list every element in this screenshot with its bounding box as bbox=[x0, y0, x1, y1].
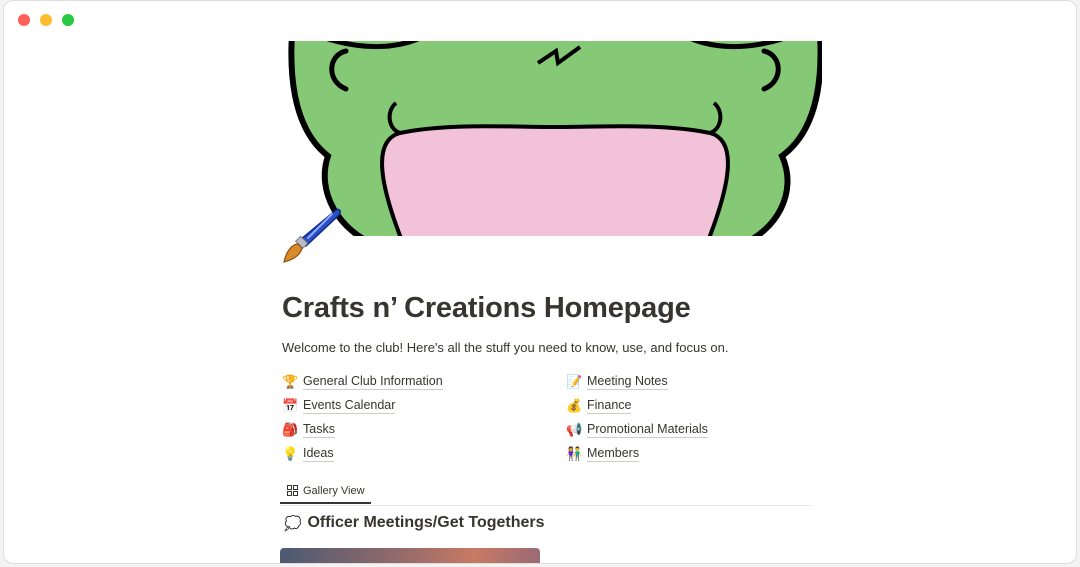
minimize-window-button[interactable] bbox=[40, 14, 52, 26]
link-finance[interactable]: 💰 Finance bbox=[566, 395, 632, 417]
link-label: Events Calendar bbox=[303, 398, 396, 414]
link-ideas[interactable]: 💡 Ideas bbox=[282, 443, 334, 465]
close-window-button[interactable] bbox=[18, 14, 30, 26]
tab-label: Gallery View bbox=[303, 484, 365, 497]
link-label: Tasks bbox=[303, 422, 335, 438]
link-tasks[interactable]: 🎒 Tasks bbox=[282, 419, 335, 441]
section-title-text: Officer Meetings/Get Togethers bbox=[307, 514, 545, 531]
link-events-calendar[interactable]: 📅 Events Calendar bbox=[282, 395, 396, 417]
database-view-tabs: Gallery View bbox=[280, 479, 812, 506]
link-meeting-notes[interactable]: 📝 Meeting Notes bbox=[566, 371, 668, 393]
link-label: Promotional Materials bbox=[587, 422, 708, 438]
window-controls bbox=[18, 14, 74, 26]
page-title: Crafts n’ Creations Homepage bbox=[282, 292, 691, 324]
cover-image[interactable] bbox=[288, 41, 822, 236]
memo-icon: 📝 bbox=[566, 374, 583, 389]
backpack-icon: 🎒 bbox=[282, 422, 299, 437]
link-promotional-materials[interactable]: 📢 Promotional Materials bbox=[566, 419, 708, 441]
trophy-icon: 🏆 bbox=[282, 374, 299, 389]
lightbulb-icon: 💡 bbox=[282, 446, 299, 461]
link-label: Ideas bbox=[303, 446, 334, 462]
maximize-window-button[interactable] bbox=[62, 14, 74, 26]
gallery-card-cover[interactable] bbox=[280, 548, 540, 563]
link-label: General Club Information bbox=[303, 374, 443, 390]
paintbrush-icon[interactable] bbox=[280, 204, 344, 268]
megaphone-icon: 📢 bbox=[566, 422, 583, 437]
money-bag-icon: 💰 bbox=[566, 398, 583, 413]
tab-gallery-view[interactable]: Gallery View bbox=[280, 479, 371, 504]
calendar-icon: 📅 bbox=[282, 398, 299, 413]
app-window: Crafts n’ Creations Homepage Welcome to … bbox=[3, 0, 1077, 564]
frog-mouth bbox=[380, 124, 730, 236]
link-general-club-information[interactable]: 🏆 General Club Information bbox=[282, 371, 443, 393]
page-description: Welcome to the club! Here's all the stuf… bbox=[282, 340, 729, 355]
link-label: Finance bbox=[587, 398, 632, 414]
link-label: Meeting Notes bbox=[587, 374, 668, 390]
thought-balloon-icon: 💭 bbox=[284, 514, 302, 531]
frog-face-illustration bbox=[288, 41, 822, 236]
gallery-grid-icon bbox=[287, 485, 298, 496]
section-heading: 💭 Officer Meetings/Get Togethers bbox=[284, 514, 545, 532]
link-members[interactable]: 👫 Members bbox=[566, 443, 640, 465]
people-icon: 👫 bbox=[566, 446, 583, 461]
link-label: Members bbox=[587, 446, 640, 462]
